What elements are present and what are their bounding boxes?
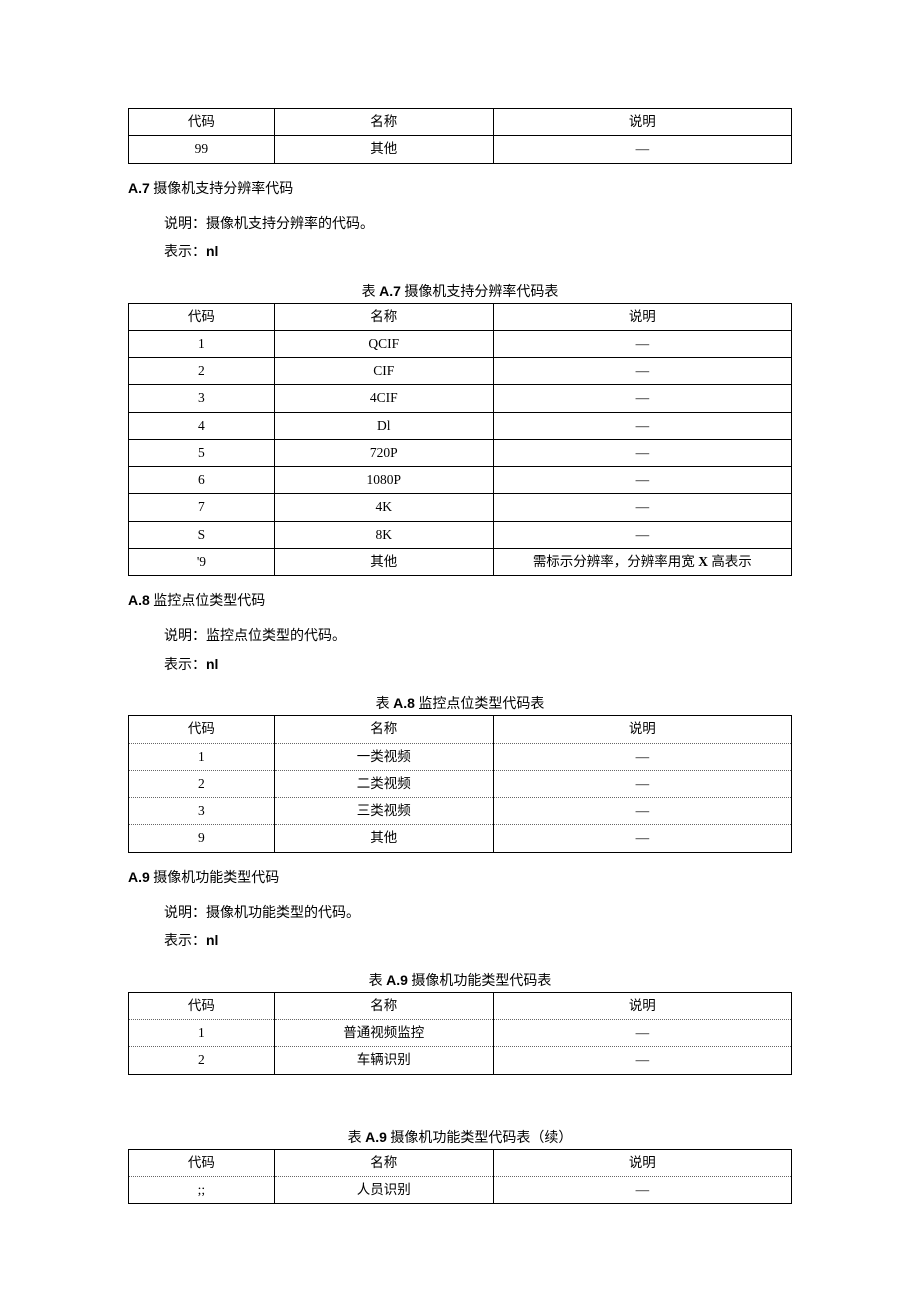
rep-value: nl: [206, 656, 218, 672]
table-row: 1QCIF—: [129, 330, 792, 357]
th-desc: 说明: [493, 109, 791, 136]
table-row: 2二类视频—: [129, 770, 792, 797]
th-code: 代码: [129, 716, 275, 743]
th-name: 名称: [274, 109, 493, 136]
section-heading-a9: A.9 摄像机功能类型代码: [128, 867, 792, 887]
cell-code: 99: [129, 136, 275, 163]
section-desc: 说明：摄像机功能类型的代码。: [164, 901, 792, 928]
table-row: 61080P—: [129, 467, 792, 494]
th-code: 代码: [129, 1149, 275, 1176]
th-name: 名称: [274, 716, 493, 743]
table-row: 9其他—: [129, 825, 792, 852]
section-desc: 说明：监控点位类型的代码。: [164, 624, 792, 651]
section-rep: 表示：nl: [164, 927, 792, 956]
section-num: A.9: [128, 869, 150, 885]
table-caption-a8: 表 A.8 监控点位类型代码表: [128, 693, 792, 713]
cell-desc-special: 需标示分辨率，分辨率用宽 X 高表示: [493, 548, 791, 575]
section-num: A.7: [128, 180, 150, 196]
table-caption-a9: 表 A.9 摄像机功能类型代码表: [128, 970, 792, 990]
th-desc: 说明: [493, 716, 791, 743]
table-a9-cont: 代码 名称 说明 ;;人员识别—: [128, 1149, 792, 1205]
th-name: 名称: [274, 992, 493, 1019]
rep-label: 表示：: [164, 658, 206, 673]
table-caption-a9-cont: 表 A.9 摄像机功能类型代码表（续）: [128, 1127, 792, 1147]
section-title: 摄像机功能类型代码: [153, 871, 279, 886]
table-row: 3三类视频—: [129, 798, 792, 825]
table-row: ;;人员识别—: [129, 1176, 792, 1203]
section-title: 监控点位类型代码: [153, 594, 265, 609]
table-row: 4Dl—: [129, 412, 792, 439]
table-row: S8K—: [129, 521, 792, 548]
rep-label: 表示：: [164, 934, 206, 949]
table-top-fragment: 代码 名称 说明 99 其他 —: [128, 108, 792, 164]
table-row: 34CIF—: [129, 385, 792, 412]
th-desc: 说明: [493, 303, 791, 330]
table-row: 2车辆识别—: [129, 1047, 792, 1074]
rep-value: nl: [206, 243, 218, 259]
th-desc: 说明: [493, 1149, 791, 1176]
section-heading-a7: A.7 摄像机支持分辨率代码: [128, 178, 792, 198]
rep-value: nl: [206, 932, 218, 948]
section-title: 摄像机支持分辨率代码: [153, 182, 293, 197]
cell-name: 其他: [274, 136, 493, 163]
table-row: 5720P—: [129, 439, 792, 466]
section-rep: 表示：nl: [164, 238, 792, 267]
section-desc: 说明：摄像机支持分辨率的代码。: [164, 212, 792, 239]
cell-desc: —: [493, 136, 791, 163]
th-name: 名称: [274, 303, 493, 330]
table-row: 99 其他 —: [129, 136, 792, 163]
section-heading-a8: A.8 监控点位类型代码: [128, 590, 792, 610]
table-caption-a7: 表 A.7 摄像机支持分辨率代码表: [128, 281, 792, 301]
table-row: 2CIF—: [129, 358, 792, 385]
th-code: 代码: [129, 109, 275, 136]
th-desc: 说明: [493, 992, 791, 1019]
th-code: 代码: [129, 992, 275, 1019]
table-a7: 代码 名称 说明 1QCIF— 2CIF— 34CIF— 4Dl— 5720P—…: [128, 303, 792, 577]
table-row: 74K—: [129, 494, 792, 521]
table-row: '9 其他 需标示分辨率，分辨率用宽 X 高表示: [129, 548, 792, 575]
table-a9: 代码 名称 说明 1普通视频监控— 2车辆识别—: [128, 992, 792, 1075]
table-row: 1普通视频监控—: [129, 1020, 792, 1047]
rep-label: 表示：: [164, 245, 206, 260]
th-name: 名称: [274, 1149, 493, 1176]
table-a8: 代码 名称 说明 1一类视频— 2二类视频— 3三类视频— 9其他—: [128, 715, 792, 852]
table-row: 1一类视频—: [129, 743, 792, 770]
section-num: A.8: [128, 592, 150, 608]
th-code: 代码: [129, 303, 275, 330]
section-rep: 表示：nl: [164, 651, 792, 680]
